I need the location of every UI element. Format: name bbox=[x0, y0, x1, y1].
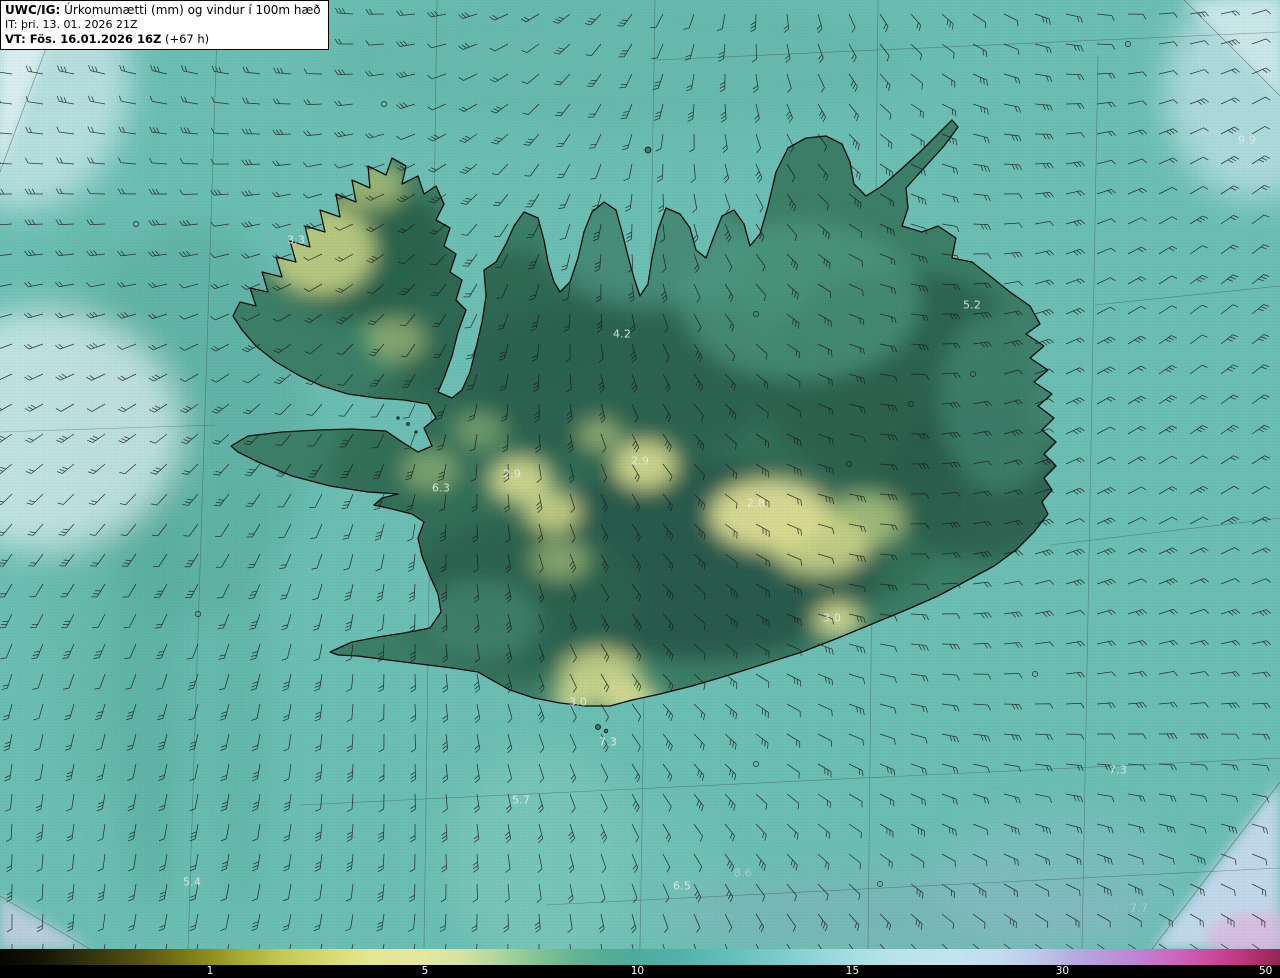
weather-map-app: 3.3 4.2 5.2 9.9 6.3 2.9 2.9 2.8 3.0 3.0 7.3 5.7 5.4 6… bbox=[0, 0, 1280, 978]
colorbar-tick-labels: 1 5 10 15 30 50 bbox=[0, 965, 1280, 978]
iceland-precip-wind-map bbox=[0, 0, 1280, 949]
init-time-line: IT: þri. 13. 01. 2026 21Z bbox=[5, 18, 138, 31]
map-title-box: UWC/IG: Úrkomumætti (mm) og vindur í 100… bbox=[0, 0, 329, 51]
map-title-line: UWC/IG: Úrkomumætti (mm) og vindur í 100… bbox=[5, 3, 321, 18]
map-title-text: Úrkomumætti (mm) og vindur í 100m hæð bbox=[60, 3, 321, 17]
colorbar-tick-5: 5 bbox=[421, 965, 429, 977]
colorbar-tick-1: 1 bbox=[206, 965, 214, 977]
colorbar-tick-30: 30 bbox=[1055, 965, 1070, 977]
valid-time-line: VT: Fös. 16.01.2026 16Z (+67 h) bbox=[5, 32, 321, 46]
colorbar-gradient bbox=[0, 949, 1280, 965]
valid-time-text: VT: Fös. 16.01.2026 16Z bbox=[5, 31, 162, 46]
map-area: 3.3 4.2 5.2 9.9 6.3 2.9 2.9 2.8 3.0 3.0 7.3 5.7 5.4 6… bbox=[0, 0, 1280, 949]
model-name: UWC/IG: bbox=[5, 3, 61, 17]
precip-colorbar: 1 5 10 15 30 50 bbox=[0, 949, 1280, 978]
colorbar-tick-15: 15 bbox=[845, 965, 860, 977]
colorbar-tick-50: 50 bbox=[1258, 965, 1273, 977]
valid-offset-text: (+67 h) bbox=[161, 31, 210, 46]
colorbar-tick-10: 10 bbox=[630, 965, 645, 977]
